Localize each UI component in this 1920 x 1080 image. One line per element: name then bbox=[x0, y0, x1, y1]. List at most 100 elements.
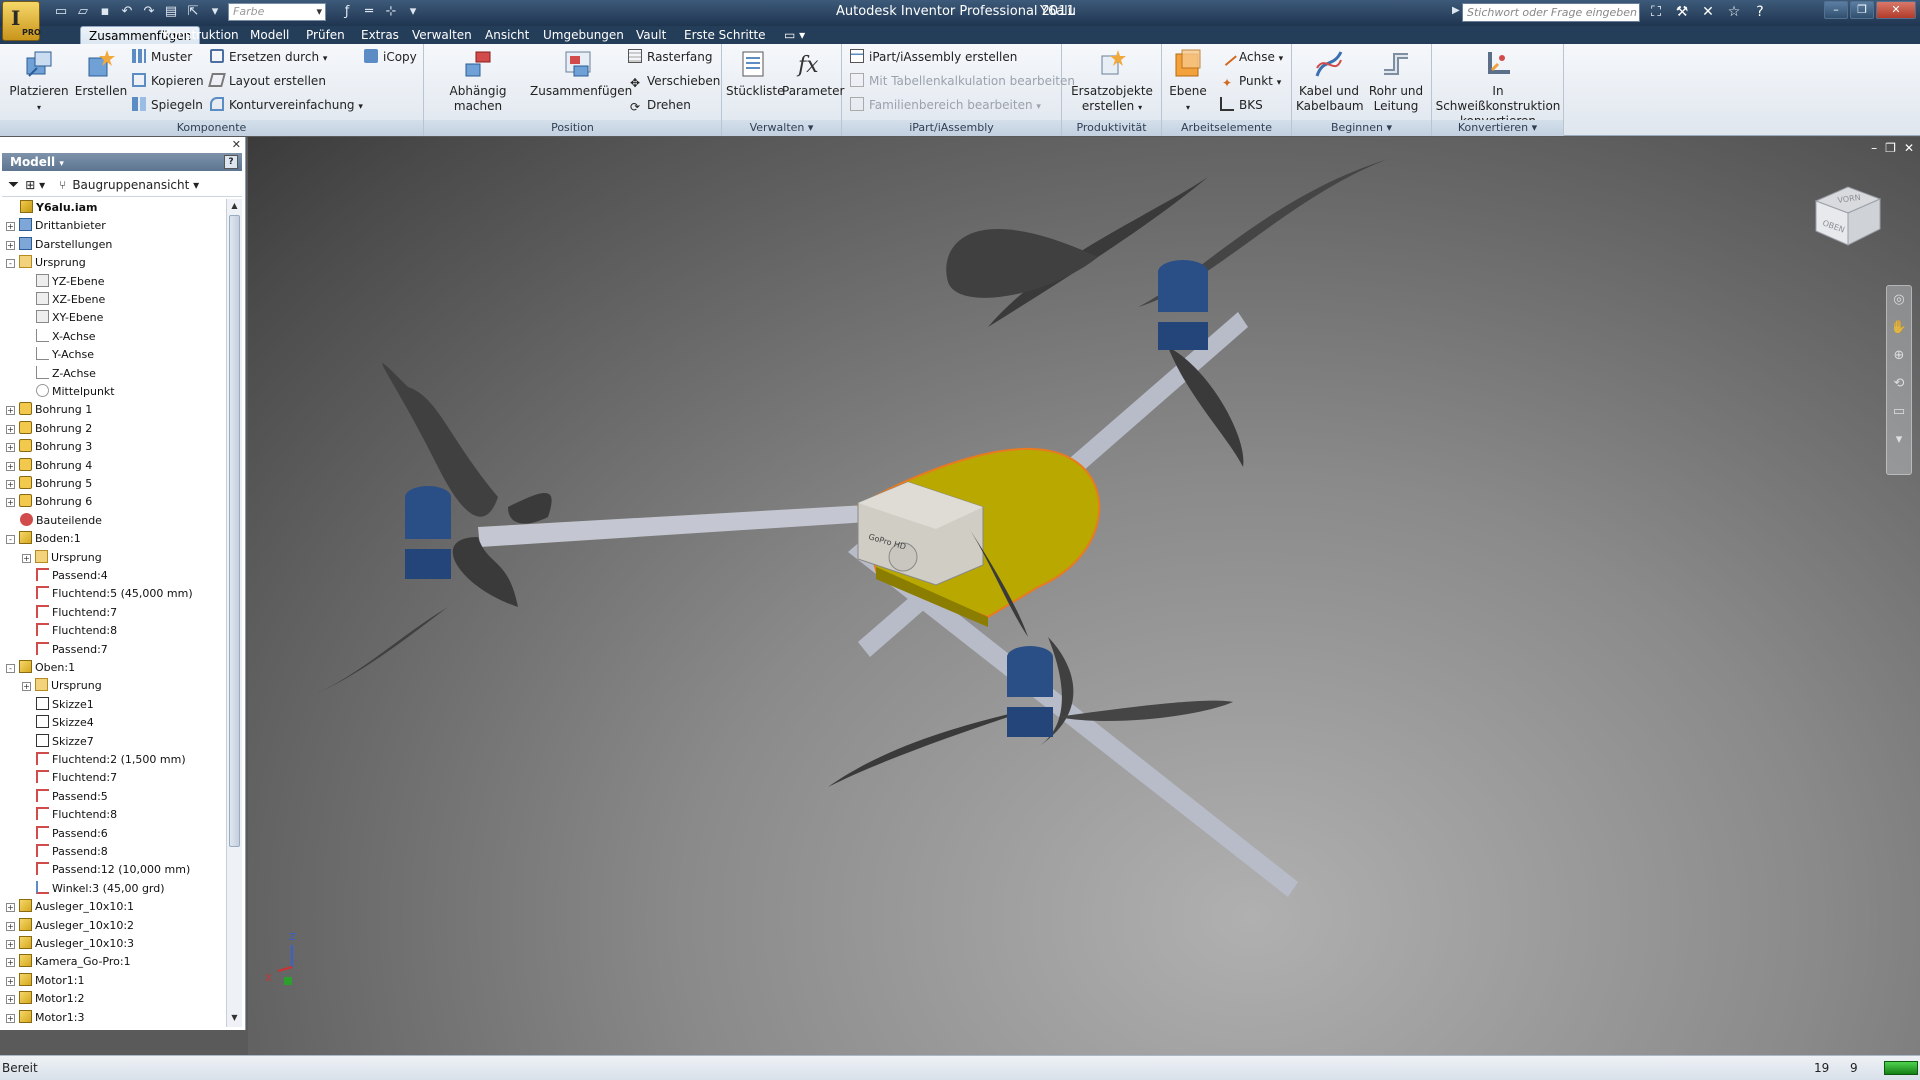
expand-icon[interactable]: + bbox=[6, 222, 15, 232]
tree-node[interactable]: + Motor1:3 bbox=[2, 1009, 85, 1027]
tree-node[interactable]: + Bohrung 5 bbox=[2, 475, 92, 493]
ersatzobjekte-button[interactable]: Ersatzobjekte erstellen ▾ bbox=[1066, 48, 1158, 115]
tree-node[interactable]: Skizze1 bbox=[2, 696, 94, 714]
scroll-thumb[interactable] bbox=[229, 215, 240, 847]
ribbon-display-toggle-icon[interactable]: ▭ ▾ bbox=[776, 26, 813, 44]
tree-node[interactable]: + Bohrung 4 bbox=[2, 457, 92, 475]
coordinate-icon[interactable]: ⊹ bbox=[382, 3, 400, 21]
collapse-icon[interactable]: - bbox=[6, 664, 15, 673]
pan-icon[interactable]: ✋ bbox=[1887, 314, 1911, 342]
undo-icon[interactable]: ↶ bbox=[118, 3, 136, 21]
measure-icon[interactable]: ═ bbox=[360, 3, 378, 21]
favorites-icon[interactable]: ☆ bbox=[1724, 2, 1744, 22]
tree-node[interactable]: Skizze7 bbox=[2, 733, 94, 751]
drone-model[interactable]: GoPro HD Z X bbox=[248, 137, 1920, 1055]
tree-node[interactable]: Fluchtend:5 (45,000 mm) bbox=[2, 585, 193, 603]
bks-button[interactable]: BKS bbox=[1220, 96, 1263, 114]
collapse-icon[interactable]: - bbox=[6, 259, 15, 269]
search-expand-icon[interactable]: ▶ bbox=[1452, 5, 1460, 16]
project-icon[interactable]: ▤ bbox=[162, 3, 180, 21]
browser-scrollbar[interactable]: ▲ ▼ bbox=[226, 199, 242, 1027]
tab-vault[interactable]: Vault bbox=[628, 26, 674, 44]
tree-node[interactable]: Fluchtend:7 bbox=[2, 604, 117, 622]
minimize-button[interactable]: – bbox=[1824, 1, 1848, 19]
tree-node[interactable]: + Bohrung 2 bbox=[2, 420, 92, 438]
icopy-button[interactable]: iCopy bbox=[364, 48, 417, 66]
application-menu-button[interactable]: I PRO bbox=[2, 1, 41, 41]
select-icon[interactable]: ⇱ bbox=[184, 3, 202, 21]
tree-node[interactable]: XY-Ebene bbox=[2, 309, 103, 327]
quick-access-dropdown-icon[interactable]: ▾ bbox=[206, 3, 224, 21]
maximize-button[interactable]: ❐ bbox=[1850, 1, 1874, 19]
orbit-icon[interactable]: ⟲ bbox=[1887, 370, 1911, 398]
tab-ansicht[interactable]: Ansicht bbox=[477, 26, 537, 44]
zusammenfuegen-button[interactable]: Zusammenfügen bbox=[530, 48, 632, 99]
tree-node[interactable]: - Ursprung bbox=[2, 254, 86, 272]
collapse-icon[interactable]: - bbox=[6, 535, 15, 545]
expand-icon[interactable]: + bbox=[22, 553, 31, 563]
tree-node[interactable]: XZ-Ebene bbox=[2, 291, 105, 309]
tree-node[interactable]: - Boden:1 bbox=[2, 530, 81, 548]
tree-node[interactable]: + Ausleger_10x10:3 bbox=[2, 935, 134, 953]
tree-node[interactable]: Passend:6 bbox=[2, 825, 108, 843]
tree-node[interactable]: Passend:8 bbox=[2, 843, 108, 861]
redo-icon[interactable]: ↷ bbox=[140, 3, 158, 21]
tree-node[interactable]: + Bohrung 6 bbox=[2, 493, 92, 511]
expand-icon[interactable]: + bbox=[6, 498, 15, 508]
tabellenkalkulation-button[interactable]: Mit Tabellenkalkulation bearbeiten bbox=[850, 72, 1075, 90]
browser-help-icon[interactable]: ? bbox=[224, 155, 238, 169]
layout-erstellen-button[interactable]: Layout erstellen bbox=[208, 72, 326, 90]
tree-node[interactable]: Z-Achse bbox=[2, 365, 96, 383]
tree-node[interactable]: Y-Achse bbox=[2, 346, 94, 364]
tree-node[interactable]: X-Achse bbox=[2, 328, 96, 346]
tab-modell[interactable]: Modell bbox=[242, 26, 297, 44]
expand-icon[interactable]: + bbox=[6, 461, 15, 471]
browser-header[interactable]: Modell ▾ ? bbox=[2, 153, 242, 171]
tree-node[interactable]: + Ursprung bbox=[2, 677, 102, 695]
steering-wheel-icon[interactable]: ◎ bbox=[1887, 286, 1911, 314]
verschieben-button[interactable]: ✥ Verschieben bbox=[628, 72, 720, 90]
kabel-kabelbaum-button[interactable]: Kabel und Kabelbaum bbox=[1296, 48, 1364, 114]
tab-verwalten[interactable]: Verwalten bbox=[404, 26, 480, 44]
tree-node[interactable]: + Ursprung bbox=[2, 549, 102, 567]
erstellen-button[interactable]: Erstellen bbox=[74, 48, 128, 99]
scroll-up-icon[interactable]: ▲ bbox=[229, 201, 240, 213]
tree-node[interactable]: + Kamera_Go-Pro:1 bbox=[2, 953, 131, 971]
kopieren-button[interactable]: Kopieren bbox=[132, 72, 204, 90]
ipart-erstellen-button[interactable]: iPart/iAssembly erstellen bbox=[850, 48, 1017, 66]
ersetzen-button[interactable]: Ersetzen durch ▾ bbox=[210, 48, 327, 66]
tab-konstruktion[interactable]: Konstruktion bbox=[155, 26, 247, 44]
schweisskonstruktion-button[interactable]: In Schweißkonstruktionkonvertieren bbox=[1434, 48, 1562, 129]
tree-node[interactable]: + Darstellungen bbox=[2, 236, 112, 254]
achse-button[interactable]: Achse ▾ bbox=[1217, 46, 1283, 66]
rasterfang-button[interactable]: Rasterfang bbox=[628, 48, 713, 66]
save-icon[interactable]: ▪ bbox=[96, 3, 114, 21]
scroll-down-icon[interactable]: ▼ bbox=[229, 1013, 240, 1025]
expand-icon[interactable]: + bbox=[6, 443, 15, 453]
tree-node[interactable]: Bauteilende bbox=[2, 512, 102, 530]
punkt-button[interactable]: ✦ Punkt ▾ bbox=[1220, 72, 1281, 90]
expand-icon[interactable]: + bbox=[6, 976, 15, 986]
familienbereich-button[interactable]: Familienbereich bearbeiten ▾ bbox=[850, 96, 1041, 114]
tree-node[interactable]: Mittelpunkt bbox=[2, 383, 115, 401]
tree-node[interactable]: Fluchtend:7 bbox=[2, 769, 117, 787]
color-combo[interactable]: Farbe ▾ bbox=[228, 3, 326, 21]
expand-icon[interactable]: + bbox=[6, 995, 15, 1005]
tree-node[interactable]: Fluchtend:8 bbox=[2, 622, 117, 640]
tree-node[interactable]: Skizze4 bbox=[2, 714, 94, 732]
tree-node[interactable]: Passend:7 bbox=[2, 641, 108, 659]
parameter-button[interactable]: fx Parameter bbox=[782, 48, 844, 99]
expand-icon[interactable]: + bbox=[22, 682, 31, 692]
browser-close-icon[interactable]: ✕ bbox=[232, 138, 241, 151]
graphics-viewport[interactable]: – ❐ ✕ GoPro HD Z X VORN OBEN ◎ ✋ ⊕ ⟲ ▭ ▾ bbox=[248, 137, 1920, 1055]
panel-title-konvertieren[interactable]: Konvertieren ▾ bbox=[1432, 120, 1563, 136]
expand-icon[interactable]: + bbox=[6, 424, 15, 434]
tree-node[interactable]: + Bohrung 3 bbox=[2, 438, 92, 456]
expand-icon[interactable]: + bbox=[6, 903, 15, 913]
tab-extras[interactable]: Extras bbox=[353, 26, 407, 44]
tree-node[interactable]: + Drittanbieter bbox=[2, 217, 106, 235]
binoculars-icon[interactable]: ⛶ bbox=[1646, 2, 1666, 22]
help-search-input[interactable]: Stichwort oder Frage eingeben bbox=[1462, 3, 1640, 22]
tree-node[interactable]: + Motor1:2 bbox=[2, 990, 85, 1008]
tree-node[interactable]: Passend:4 bbox=[2, 567, 108, 585]
